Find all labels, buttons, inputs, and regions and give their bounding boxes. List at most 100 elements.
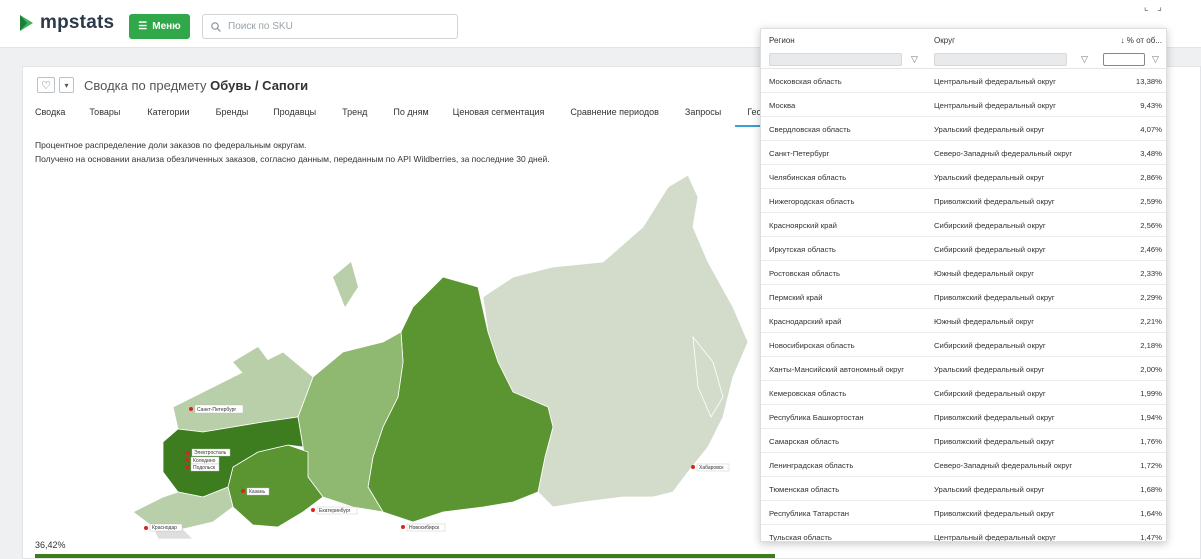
- column-header-percent[interactable]: ↓ % от об...: [1121, 36, 1162, 45]
- region-cell: Тюменская область: [769, 485, 840, 494]
- region-cell: Ленинградская область: [769, 461, 854, 470]
- region-filter-input[interactable]: [769, 53, 902, 66]
- district-cell: Уральский федеральный округ: [934, 125, 1045, 134]
- city-marker-saint-petersburg[interactable]: Санкт-Петербург: [189, 404, 244, 414]
- table-row[interactable]: Ростовская область Южный федеральный окру…: [761, 261, 1166, 285]
- tab-by-days[interactable]: По дням: [393, 103, 428, 127]
- percent-cell: 13,38%: [1135, 77, 1162, 86]
- city-label-elektrostal: Электросталь: [194, 450, 227, 456]
- map-region-novaya-zemlya[interactable]: [333, 262, 358, 307]
- window-corner-icons[interactable]: ⌞ ⌟: [1144, 2, 1165, 13]
- table-row[interactable]: Нижегородская область Приволжский федерал…: [761, 189, 1166, 213]
- district-cell: Южный федеральный округ: [934, 269, 1035, 278]
- district-cell: Приволжский федеральный округ: [934, 509, 1055, 518]
- district-cell: Центральный федеральный округ: [934, 101, 1056, 110]
- city-marker-khabarovsk[interactable]: Хабаровск: [691, 463, 730, 472]
- tab-categories[interactable]: Категории: [147, 103, 189, 127]
- table-row[interactable]: Краснодарский край Южный федеральный окру…: [761, 309, 1166, 333]
- table-row[interactable]: Новосибирская область Сибирский федеральн…: [761, 333, 1166, 357]
- percent-cell: 2,18%: [1140, 341, 1162, 350]
- tab-trend[interactable]: Тренд: [342, 103, 367, 127]
- city-label-podolsk: Подольск: [193, 465, 216, 471]
- table-row[interactable]: Москва Центральный федеральный округ 9,43%: [761, 93, 1166, 117]
- city-marker-novosibirsk[interactable]: Новосибирск: [401, 523, 446, 532]
- column-header-region[interactable]: Регион: [769, 36, 795, 45]
- table-row[interactable]: Самарская область Приволжский федеральный…: [761, 429, 1166, 453]
- district-cell: Приволжский федеральный округ: [934, 197, 1055, 206]
- percent-cell: 2,56%: [1140, 221, 1162, 230]
- region-cell: Краснодарский край: [769, 317, 842, 326]
- table-header-row: Регион Округ ↓ % от об...: [761, 29, 1166, 51]
- search-placeholder: Поиск по SKU: [228, 21, 293, 32]
- page-title: Сводка по предмету Обувь / Сапоги: [84, 78, 308, 93]
- map-region-south[interactable]: [132, 486, 234, 530]
- table-body: Московская область Центральный федеральны…: [761, 69, 1166, 542]
- favorite-heart-icon[interactable]: ♡: [37, 77, 55, 93]
- table-row[interactable]: Иркутская область Сибирский федеральный о…: [761, 237, 1166, 261]
- menu-button[interactable]: ☰ Меню: [129, 14, 190, 39]
- table-row[interactable]: Челябинская область Уральский федеральный…: [761, 165, 1166, 189]
- table-row[interactable]: Красноярский край Сибирский федеральный о…: [761, 213, 1166, 237]
- city-marker-krasnodar[interactable]: Краснодар: [144, 523, 183, 532]
- district-cell: Уральский федеральный округ: [934, 485, 1045, 494]
- tab-price-segmentation[interactable]: Ценовая сегментация: [453, 103, 545, 127]
- percent-filter-input[interactable]: [1103, 53, 1145, 66]
- tab-products[interactable]: Товары: [89, 103, 120, 127]
- tab-period-comparison[interactable]: Сравнение периодов: [570, 103, 659, 127]
- region-cell: Иркутская область: [769, 245, 836, 254]
- table-row[interactable]: Кемеровская область Сибирский федеральный…: [761, 381, 1166, 405]
- table-row[interactable]: Республика Татарстан Приволжский федераль…: [761, 501, 1166, 525]
- district-cell: Центральный федеральный округ: [934, 533, 1056, 542]
- table-row[interactable]: Республика Башкортостан Приволжский федер…: [761, 405, 1166, 429]
- district-cell: Приволжский федеральный округ: [934, 437, 1055, 446]
- district-filter-input[interactable]: [934, 53, 1067, 66]
- table-row[interactable]: Ханты-Мансийский автономный округ Уральск…: [761, 357, 1166, 381]
- tab-summary[interactable]: Сводка: [35, 103, 65, 127]
- sku-search-input[interactable]: Поиск по SKU: [202, 14, 458, 39]
- city-marker-elektrostal[interactable]: Электросталь: [186, 448, 231, 457]
- table-row[interactable]: Ленинградская область Северо-Западный фед…: [761, 453, 1166, 477]
- percent-cell: 2,00%: [1140, 365, 1162, 374]
- page-title-subject: Обувь / Сапоги: [210, 77, 309, 93]
- region-cell: Свердловская область: [769, 125, 851, 134]
- tab-sellers[interactable]: Продавцы: [273, 103, 316, 127]
- district-cell: Сибирский федеральный округ: [934, 245, 1046, 254]
- region-cell: Тульская область: [769, 533, 832, 542]
- district-cell: Северо-Западный федеральный округ: [934, 149, 1073, 158]
- percent-cell: 1,76%: [1140, 437, 1162, 446]
- tab-queries[interactable]: Запросы: [685, 103, 721, 127]
- percent-cell: 2,33%: [1140, 269, 1162, 278]
- percent-filter-icon[interactable]: ▽: [1152, 54, 1159, 65]
- percent-cell: 3,48%: [1140, 149, 1162, 158]
- table-row[interactable]: Московская область Центральный федеральны…: [761, 69, 1166, 93]
- percent-cell: 2,86%: [1140, 173, 1162, 182]
- district-cell: Южный федеральный округ: [934, 317, 1035, 326]
- district-cell: Сибирский федеральный округ: [934, 341, 1046, 350]
- mpstats-logo[interactable]: mpstats: [18, 12, 114, 34]
- percent-cell: 1,99%: [1140, 389, 1162, 398]
- percent-cell: 1,72%: [1140, 461, 1162, 470]
- percent-cell: 2,21%: [1140, 317, 1162, 326]
- percent-cell: 1,68%: [1140, 485, 1162, 494]
- table-row[interactable]: Тульская область Центральный федеральный …: [761, 525, 1166, 542]
- table-row[interactable]: Тюменская область Уральский федеральный о…: [761, 477, 1166, 501]
- tab-brands[interactable]: Бренды: [216, 103, 249, 127]
- hamburger-icon: ☰: [138, 21, 148, 32]
- percent-cell: 1,47%: [1140, 533, 1162, 542]
- chevron-down-icon[interactable]: ▾: [59, 77, 74, 93]
- table-row[interactable]: Санкт-Петербург Северо-Западный федеральн…: [761, 141, 1166, 165]
- district-filter-icon[interactable]: ▽: [1081, 54, 1088, 65]
- table-row[interactable]: Пермский край Приволжский федеральный окр…: [761, 285, 1166, 309]
- percent-cell: 2,46%: [1140, 245, 1162, 254]
- column-header-district[interactable]: Округ: [934, 36, 955, 45]
- table-filter-row: ▽ ▽ ▽: [761, 51, 1166, 69]
- menu-button-label: Меню: [152, 21, 181, 32]
- percent-cell: 9,43%: [1140, 101, 1162, 110]
- table-row[interactable]: Свердловская область Уральский федеральны…: [761, 117, 1166, 141]
- city-marker-yekaterinburg[interactable]: Екатеринбург: [311, 506, 358, 515]
- region-filter-icon[interactable]: ▽: [911, 54, 918, 65]
- city-label-kazan: Казань: [249, 489, 265, 495]
- region-cell: Челябинская область: [769, 173, 847, 182]
- district-cell: Северо-Западный федеральный округ: [934, 461, 1073, 470]
- description-line-2: Получено на основании анализа обезличенн…: [35, 154, 550, 164]
